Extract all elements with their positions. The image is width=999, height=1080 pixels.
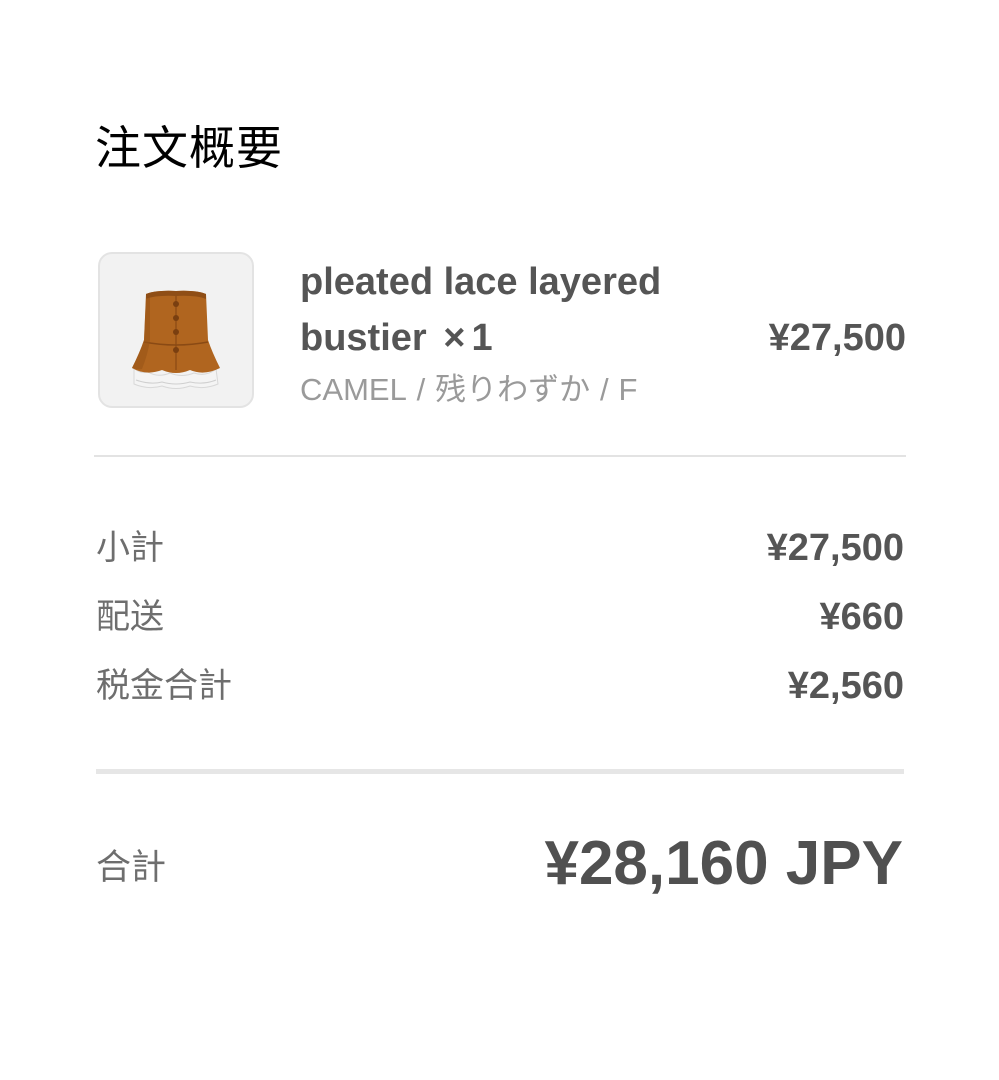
subtotal-row: 小計 ¥27,500 — [96, 520, 904, 576]
shipping-value: ¥660 — [819, 596, 904, 638]
bustier-image-icon — [132, 290, 220, 389]
variant-separator: / — [416, 372, 426, 407]
variant-stock: 残りわずか — [435, 372, 591, 408]
order-summary-title: 注文概要 — [95, 121, 283, 175]
total-label: 合計 — [96, 848, 167, 888]
divider — [94, 455, 906, 457]
variant-color: CAMEL — [300, 372, 407, 407]
product-price: ¥27,500 — [768, 317, 906, 359]
shipping-label: 配送 — [96, 597, 164, 637]
tax-row: 税金合計 ¥2,560 — [96, 658, 904, 714]
variant-size: F — [618, 372, 638, 407]
total-value: ¥28,160 JPY — [544, 829, 903, 898]
shipping-row: 配送 ¥660 — [96, 589, 904, 645]
subtotal-label: 小計 — [96, 528, 164, 568]
product-line-item: pleated lace layered bustier × 1 CAMEL / … — [96, 252, 906, 414]
subtotal-value: ¥27,500 — [766, 527, 904, 569]
product-quantity: 1 — [471, 317, 493, 359]
quantity-separator: × — [443, 317, 466, 359]
tax-value: ¥2,560 — [787, 665, 904, 707]
divider — [96, 769, 904, 774]
product-variant: CAMEL / 残りわずか / F — [300, 368, 637, 412]
tax-label: 税金合計 — [96, 666, 232, 706]
product-thumbnail — [98, 252, 254, 408]
product-name: pleated lace layered bustier × 1 — [300, 254, 720, 366]
variant-separator: / — [600, 372, 609, 407]
